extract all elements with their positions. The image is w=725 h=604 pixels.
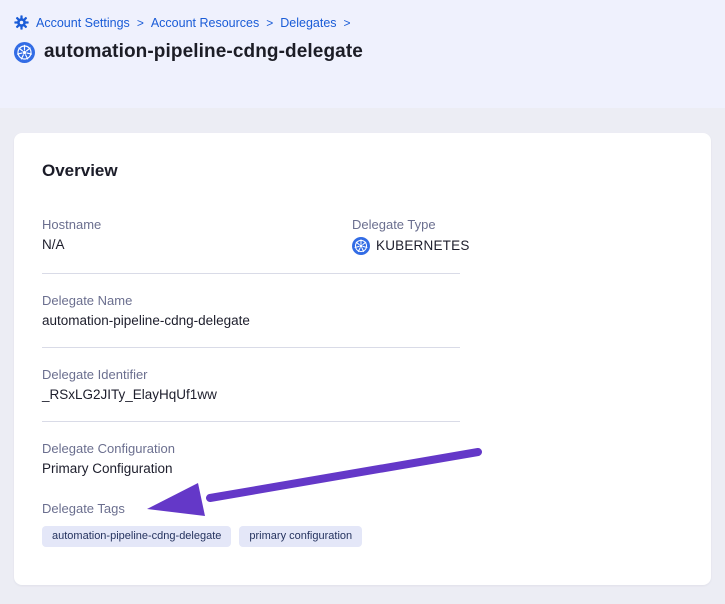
tag-pill: automation-pipeline-cdng-delegate [42, 526, 231, 547]
overview-card: Overview Hostname N/A Delegate Type [14, 133, 711, 585]
divider [42, 273, 460, 274]
page-title: automation-pipeline-cdng-delegate [44, 41, 363, 63]
hostname-value: N/A [42, 237, 352, 253]
delegate-identifier-value: _RSxLG2JITy_ElayHqUf1ww [42, 387, 683, 403]
delegate-configuration-field: Delegate Configuration Primary Configura… [42, 441, 683, 477]
delegate-name-field: Delegate Name automation-pipeline-cdng-d… [42, 293, 683, 329]
delegate-type-field: Delegate Type [352, 217, 470, 255]
gear-icon [14, 15, 29, 30]
page-header: Account Settings > Account Resources > D… [0, 0, 725, 108]
delegate-identifier-label: Delegate Identifier [42, 367, 683, 382]
delegate-identifier-field: Delegate Identifier _RSxLG2JITy_ElayHqUf… [42, 367, 683, 403]
breadcrumb-separator: > [137, 16, 144, 30]
hostname-field: Hostname N/A [42, 217, 352, 255]
breadcrumb-separator: > [266, 16, 273, 30]
delegate-tags-label: Delegate Tags [42, 501, 683, 516]
overview-heading: Overview [42, 161, 683, 181]
breadcrumb-separator: > [344, 16, 351, 30]
delegate-configuration-value: Primary Configuration [42, 461, 683, 477]
delegate-tags-field: Delegate Tags automation-pipeline-cdng-d… [42, 501, 683, 547]
breadcrumb: Account Settings > Account Resources > D… [0, 0, 725, 30]
tag-pill: primary configuration [239, 526, 362, 547]
divider [42, 421, 460, 422]
breadcrumb-account-settings[interactable]: Account Settings [36, 16, 130, 30]
kubernetes-icon [14, 42, 35, 63]
delegate-configuration-label: Delegate Configuration [42, 441, 683, 456]
delegate-name-value: automation-pipeline-cdng-delegate [42, 313, 683, 329]
title-row: automation-pipeline-cdng-delegate [0, 30, 725, 63]
delegate-type-label: Delegate Type [352, 217, 470, 232]
breadcrumb-account-resources[interactable]: Account Resources [151, 16, 259, 30]
divider [42, 347, 460, 348]
delegate-type-value: KUBERNETES [376, 238, 470, 254]
hostname-label: Hostname [42, 217, 352, 232]
hostname-delegate-type-row: Hostname N/A Delegate Type [42, 217, 683, 255]
delegate-name-label: Delegate Name [42, 293, 683, 308]
breadcrumb-delegates[interactable]: Delegates [280, 16, 336, 30]
kubernetes-icon [352, 237, 370, 255]
delegate-tags-list: automation-pipeline-cdng-delegate primar… [42, 526, 683, 547]
